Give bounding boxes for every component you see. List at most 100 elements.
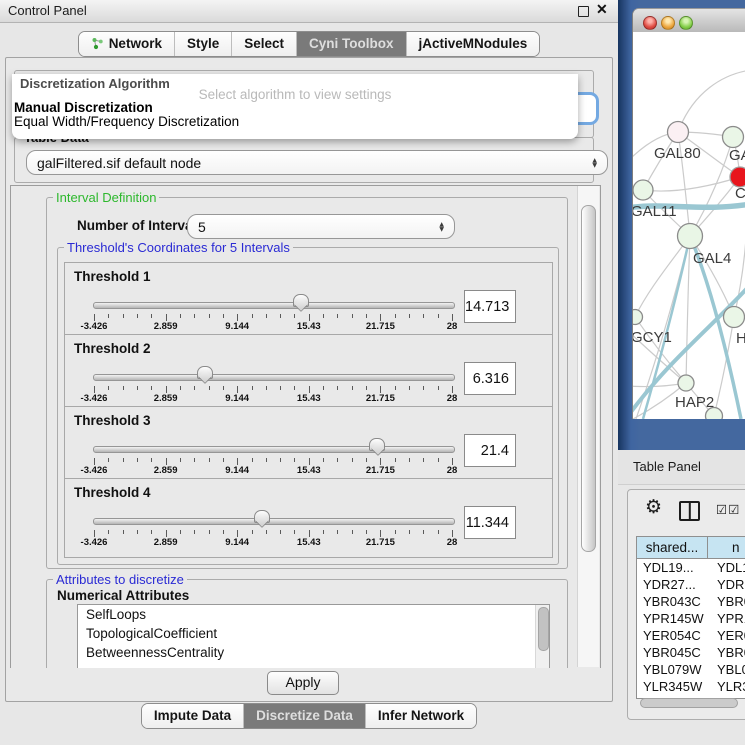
number-of-intervals-combobox[interactable]: 5 ▲▼: [187, 214, 455, 239]
slider-thumb[interactable]: [254, 510, 270, 529]
table-horizontal-scrollbar-thumb[interactable]: [640, 698, 738, 708]
tick-mark: [309, 386, 310, 393]
tick-mark: [194, 386, 195, 390]
table-cell[interactable]: YDL1: [708, 559, 745, 576]
slider-thumb[interactable]: [369, 438, 385, 457]
threshold-value-field[interactable]: 14.713: [464, 290, 516, 323]
tab-style[interactable]: Style: [174, 32, 231, 56]
tick-mark: [438, 458, 439, 462]
tick-mark: [294, 530, 295, 534]
list-scrollbar[interactable]: [535, 605, 549, 670]
table-cell[interactable]: YDR27...: [637, 576, 708, 593]
table-data-combobox[interactable]: galFiltered.sif default node ▲▼: [26, 150, 608, 175]
tab-jactivemnodules[interactable]: jActiveMNodules: [406, 32, 540, 56]
slider-track[interactable]: [93, 518, 455, 525]
table-cell[interactable]: YBL0: [708, 661, 745, 678]
minimize-traffic-light-icon[interactable]: [661, 16, 675, 30]
select-columns-icon[interactable]: ☑☑: [716, 502, 740, 517]
network-view-window[interactable]: GAL80 GA C GAL11 GAL4 GCY1 H HAP2: [632, 8, 745, 419]
table-cell[interactable]: YLR345W: [637, 678, 708, 695]
threshold-value-field[interactable]: 21.4: [464, 434, 516, 467]
tab-select[interactable]: Select: [231, 32, 296, 56]
zoom-traffic-light-icon[interactable]: [679, 16, 693, 30]
network-window-titlebar[interactable]: [633, 9, 745, 33]
list-scrollbar-thumb[interactable]: [538, 607, 549, 651]
column-header-name[interactable]: n: [708, 537, 745, 558]
tab-impute-data[interactable]: Impute Data: [142, 704, 243, 728]
table-cell[interactable]: YLR3: [708, 678, 745, 695]
slider-thumb[interactable]: [293, 294, 309, 313]
attribute-list-item[interactable]: BetweennessCentrality: [78, 643, 549, 662]
table-row[interactable]: YBR045CYBR0: [637, 644, 745, 661]
attributes-to-discretize-label: Attributes to discretize: [53, 572, 187, 587]
network-node[interactable]: [678, 224, 703, 249]
table-cell[interactable]: YPR145W: [637, 610, 708, 627]
threshold-value-field[interactable]: 6.316: [464, 362, 516, 395]
tick-mark: [252, 314, 253, 318]
table-row[interactable]: YER054CYER0: [637, 627, 745, 644]
tick-label: 15.43: [297, 321, 321, 332]
settings-scrollbar[interactable]: [577, 186, 599, 667]
table-row[interactable]: YBR043CYBR0: [637, 593, 745, 610]
slider-tick-labels: -3.4262.8599.14415.4321.71528: [94, 465, 452, 476]
table-row[interactable]: YDR27...YDR2: [637, 576, 745, 593]
node-attribute-table[interactable]: shared... n YDL19...YDL1YDR27...YDR2YBR0…: [636, 536, 745, 699]
attribute-list-item[interactable]: TopologicalCoefficient: [78, 624, 549, 643]
algorithm-item-manual[interactable]: Manual Discretization: [14, 100, 153, 115]
tick-mark: [166, 458, 167, 465]
table-cell[interactable]: YDL19...: [637, 559, 708, 576]
table-row[interactable]: YLR345WYLR3: [637, 678, 745, 695]
table-cell[interactable]: YPR1: [708, 610, 745, 627]
table-cell[interactable]: YBR045C: [637, 644, 708, 661]
network-node[interactable]: [633, 180, 653, 200]
tab-cyni-toolbox[interactable]: Cyni Toolbox: [296, 32, 406, 56]
network-node[interactable]: [678, 375, 694, 391]
table-horizontal-scrollbar[interactable]: [640, 698, 742, 707]
gear-icon[interactable]: ⚙: [645, 496, 662, 518]
node-label: GA: [729, 147, 745, 164]
tick-mark: [137, 530, 138, 534]
slider-track[interactable]: [93, 446, 455, 453]
network-node[interactable]: [633, 310, 643, 325]
network-canvas[interactable]: GAL80 GA C GAL11 GAL4 GCY1 H HAP2: [633, 32, 745, 419]
tab-network-label: Network: [109, 36, 162, 51]
settings-scrollbar-thumb[interactable]: [581, 205, 596, 552]
threshold-value-field[interactable]: 11.344: [464, 506, 516, 539]
close-traffic-light-icon[interactable]: [643, 16, 657, 30]
attribute-list-item[interactable]: SelfLoops: [78, 605, 549, 624]
table-cell[interactable]: YBR0: [708, 593, 745, 610]
table-cell[interactable]: YBR043C: [637, 593, 708, 610]
algorithm-item-equal-width[interactable]: Equal Width/Frequency Discretization: [14, 114, 239, 129]
slider-track[interactable]: [93, 302, 455, 309]
table-row[interactable]: YDL19...YDL1: [637, 559, 745, 576]
table-cell[interactable]: YER054C: [637, 627, 708, 644]
column-header-shared-name[interactable]: shared...: [637, 537, 708, 558]
tick-mark: [352, 458, 353, 462]
slider-tick-labels: -3.4262.8599.14415.4321.71528: [94, 321, 452, 332]
table-cell[interactable]: YBL079W: [637, 661, 708, 678]
tick-mark: [452, 386, 453, 393]
tab-infer-network[interactable]: Infer Network: [365, 704, 476, 728]
tab-network[interactable]: Network: [79, 32, 174, 56]
close-icon[interactable]: ✕: [596, 1, 608, 18]
float-window-icon[interactable]: [578, 6, 589, 17]
table-row[interactable]: YBL079WYBL0: [637, 661, 745, 678]
table-cell[interactable]: YDR2: [708, 576, 745, 593]
network-node[interactable]: [724, 307, 745, 328]
tick-mark: [438, 314, 439, 318]
table-cell[interactable]: YER0: [708, 627, 745, 644]
numerical-attributes-list[interactable]: SelfLoopsTopologicalCoefficientBetweenne…: [77, 604, 550, 670]
tick-mark: [366, 458, 367, 462]
slider-thumb[interactable]: [197, 366, 213, 385]
network-node[interactable]: [668, 122, 689, 143]
slider-track[interactable]: [93, 374, 455, 381]
apply-button[interactable]: Apply: [267, 671, 339, 695]
tick-mark: [280, 314, 281, 318]
network-node[interactable]: [723, 127, 744, 148]
table-row[interactable]: YPR145WYPR1: [637, 610, 745, 627]
tab-discretize-data[interactable]: Discretize Data: [243, 704, 365, 728]
table-cell[interactable]: YBR0: [708, 644, 745, 661]
split-columns-icon[interactable]: [679, 501, 700, 521]
tick-label: -3.426: [81, 537, 108, 548]
network-node-selected[interactable]: [730, 167, 745, 187]
